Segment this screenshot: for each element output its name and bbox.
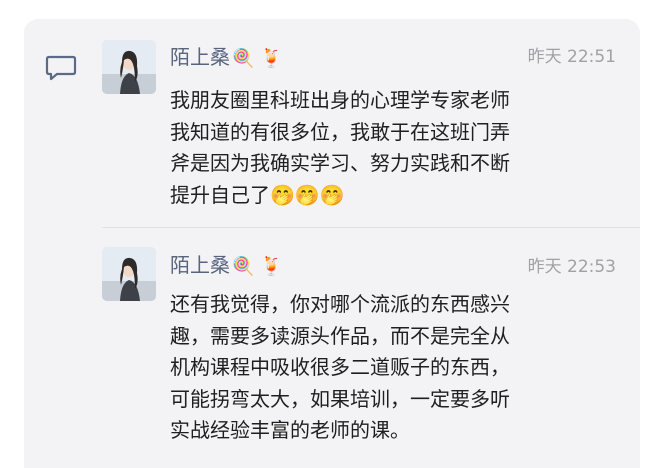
avatar[interactable] [102,247,156,301]
name-decoration-emoji: 🍭 🍹 [232,256,283,277]
author-name-text[interactable]: 陌上桑 [170,253,230,277]
author-name[interactable]: 陌上桑 🍭 🍹 [170,44,283,72]
comment-line: 机构课程中吸收很多二道贩子的东西， [170,355,510,379]
comment-line: 我朋友圈里科班出身的心理学专家老师 [170,88,510,112]
comment-line: 可能拐弯太大，如果培训，一定要多听 [170,386,510,411]
comment-line: 提升自己了🤭🤭🤭 [170,182,345,207]
author-name-text[interactable]: 陌上桑 [170,45,230,69]
comment-line: 斧是因为我确实学习、努力实践和不断 [170,151,510,175]
timestamp: 昨天 22:53 [527,257,616,277]
avatar-image [102,247,156,301]
comment-line: 还有我觉得，你对哪个流派的东西感兴 [170,292,510,316]
comment-bubble-icon [45,55,77,81]
avatar-image [102,40,156,94]
timestamp: 昨天 22:51 [527,47,616,67]
author-name[interactable]: 陌上桑 🍭 🍹 [170,252,283,280]
comment-line: 实战经验丰富的老师的课。 [170,418,410,442]
comment-divider [102,227,640,228]
comment-text: 还有我觉得，你对哪个流派的东西感兴 趣，需要多读源头作品，而不是完全从 机构课程… [170,289,618,447]
comment-line: 我知道的有很多位，我敢于在这班门弄 [170,119,510,144]
avatar[interactable] [102,40,156,94]
comment-text: 我朋友圈里科班出身的心理学专家老师 我知道的有很多位，我敢于在这班门弄 斧是因为… [170,85,618,211]
comment-line: 趣，需要多读源头作品，而不是完全从 [170,323,510,348]
name-decoration-emoji: 🍭 🍹 [232,48,283,69]
